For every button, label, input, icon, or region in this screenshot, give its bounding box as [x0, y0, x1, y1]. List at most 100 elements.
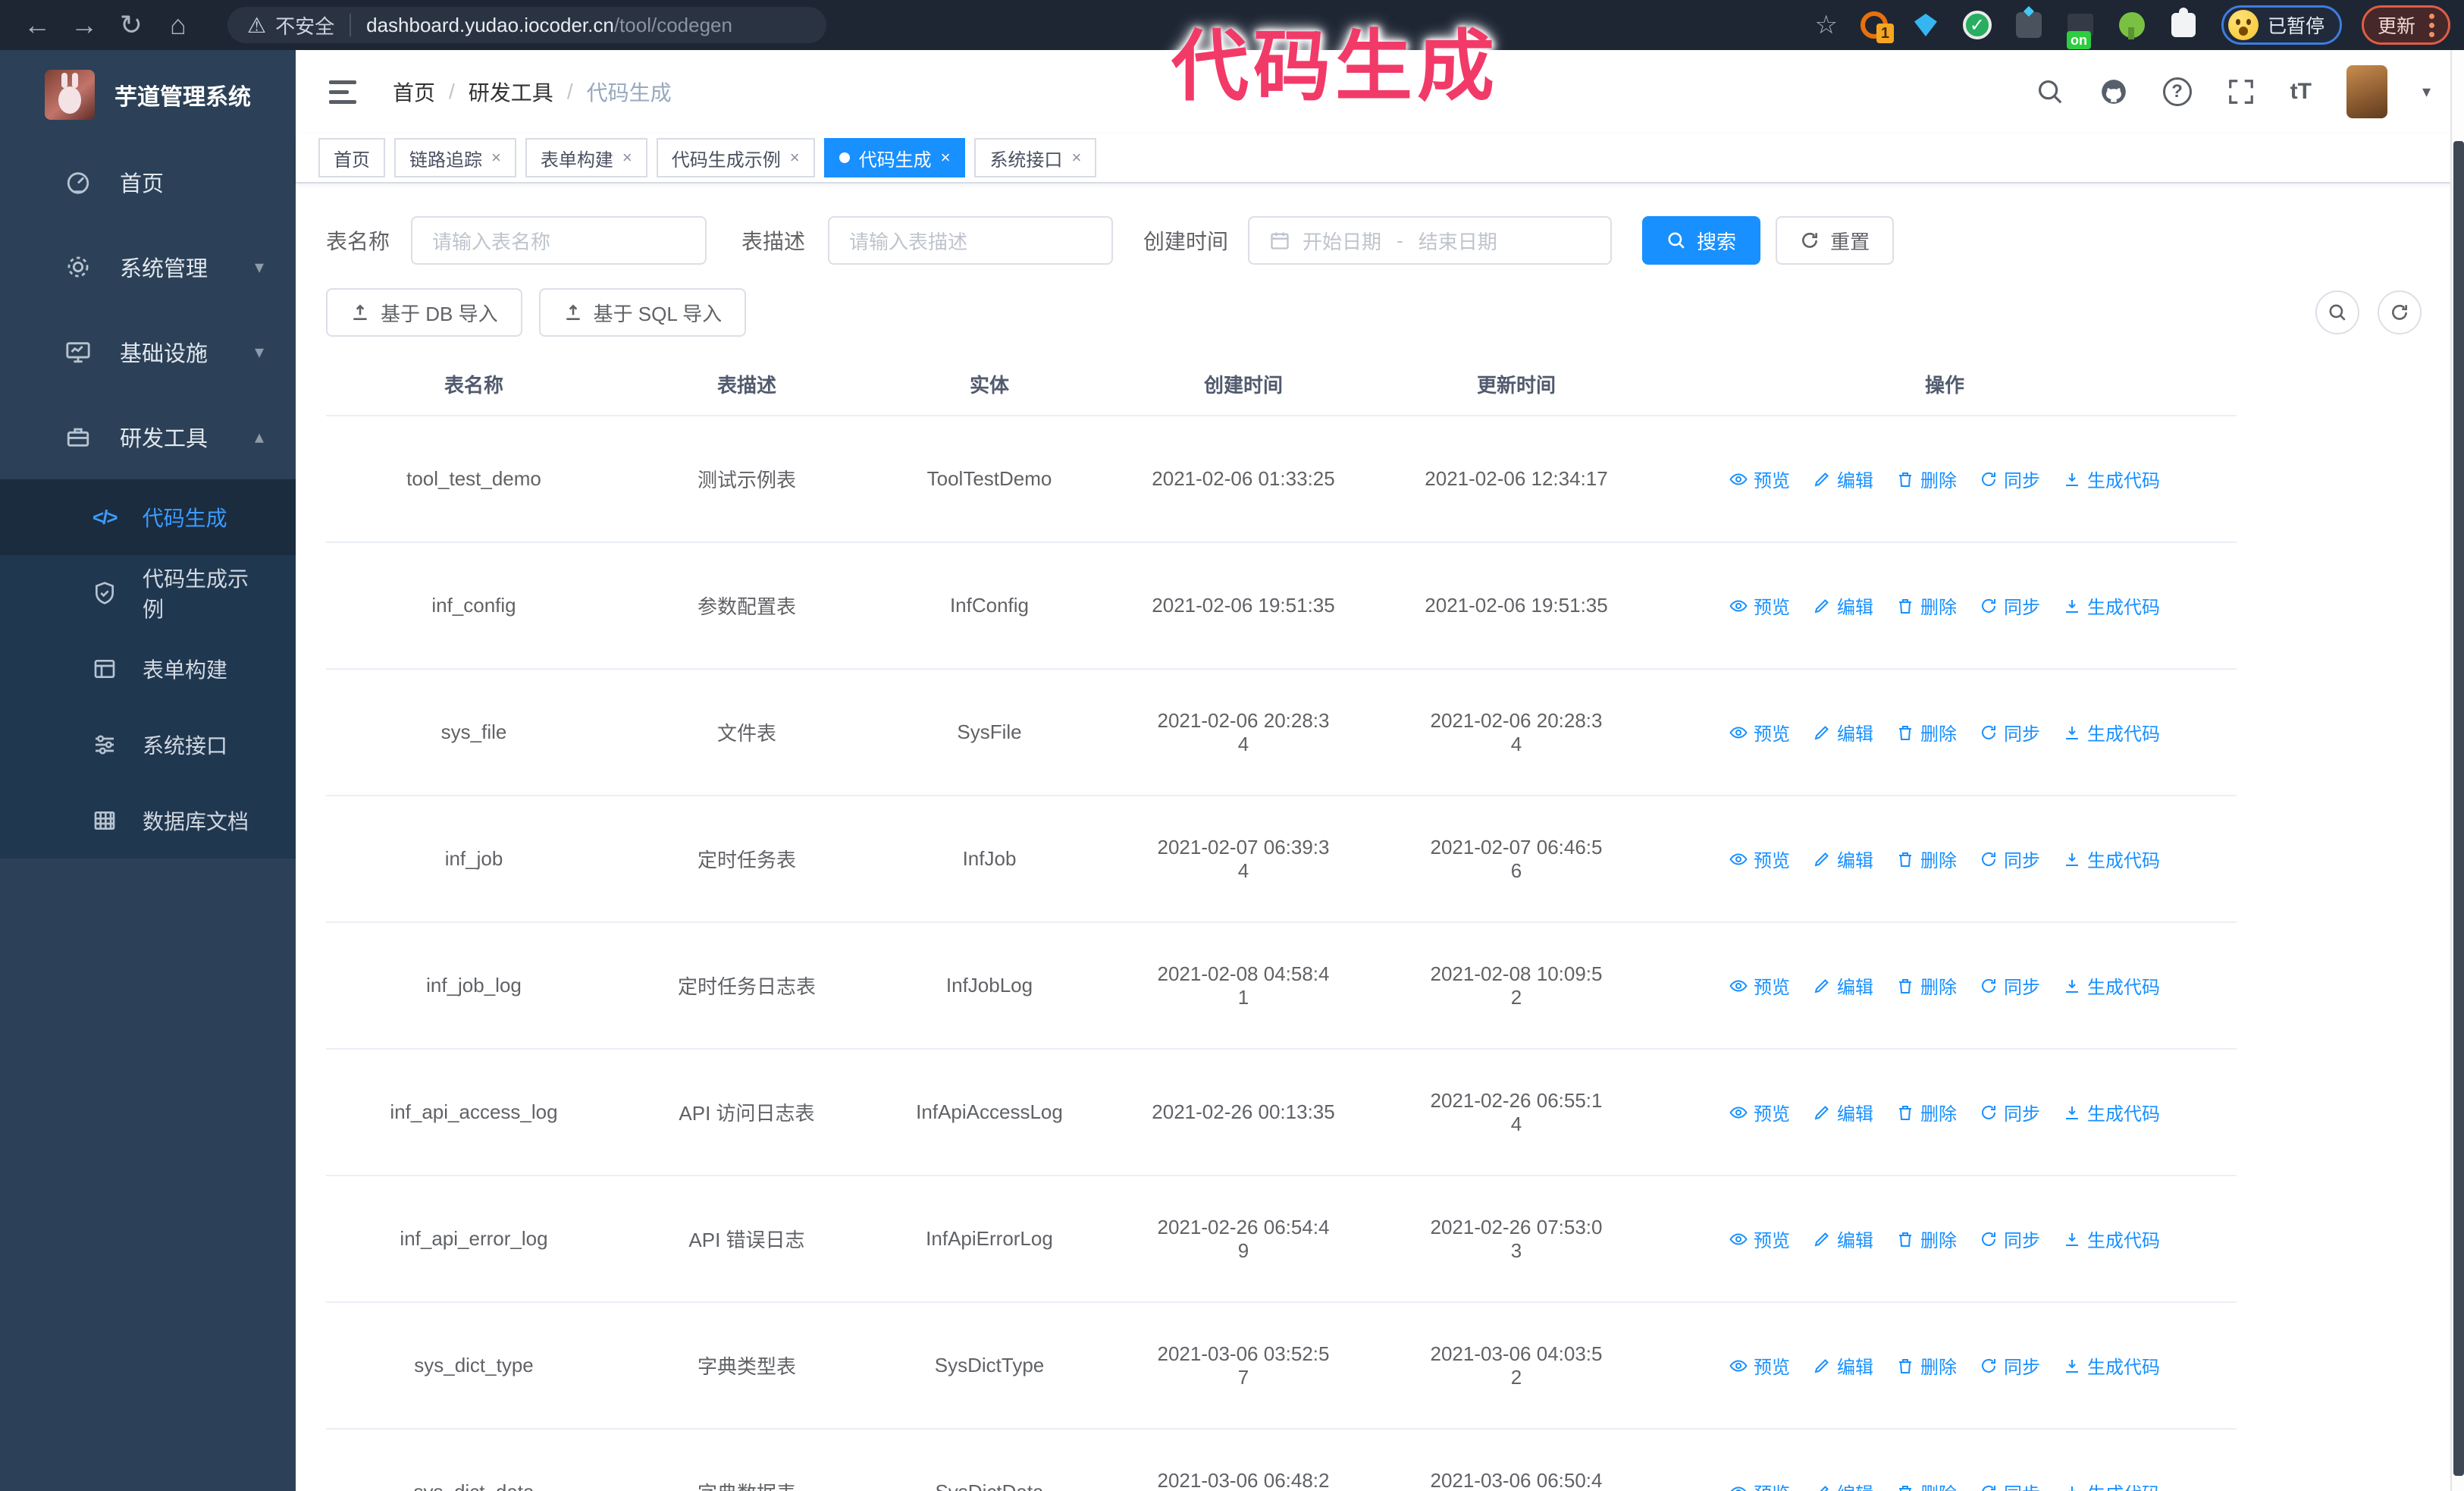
sync-link[interactable]: 同步: [1980, 972, 2040, 999]
home-icon[interactable]: ⌂: [155, 0, 202, 50]
github-icon[interactable]: [2099, 77, 2128, 106]
extension-panel-icon[interactable]: [2014, 6, 2044, 40]
tags-view-tab[interactable]: 链路追踪 ×: [394, 138, 516, 177]
preview-link[interactable]: 预览: [1729, 846, 1790, 872]
sidebar-toggle-icon[interactable]: [329, 80, 356, 104]
refresh-table-button[interactable]: [2378, 290, 2422, 334]
sidebar-item-codegen-example[interactable]: 代码生成示例: [0, 555, 296, 631]
breadcrumb-home[interactable]: 首页: [393, 77, 435, 107]
preview-link[interactable]: 预览: [1729, 972, 1790, 999]
fullscreen-icon[interactable]: [2227, 77, 2256, 106]
extension-key-icon[interactable]: [2117, 10, 2147, 40]
tags-view-tab[interactable]: 表单构建 ×: [525, 138, 647, 177]
preview-link[interactable]: 预览: [1729, 466, 1790, 492]
forward-icon[interactable]: →: [61, 0, 108, 50]
generate-code-link[interactable]: 生成代码: [2063, 466, 2160, 492]
delete-link[interactable]: 删除: [1896, 972, 1957, 999]
edit-link[interactable]: 编辑: [1813, 1352, 1873, 1379]
generate-code-link[interactable]: 生成代码: [2063, 1479, 2160, 1491]
font-size-icon[interactable]: tT: [2290, 79, 2312, 105]
help-icon[interactable]: ?: [2162, 77, 2192, 106]
profile-paused-pill[interactable]: 已暂停: [2221, 5, 2342, 45]
table-name-input[interactable]: 请输入表名称: [411, 216, 707, 265]
browser-update-button[interactable]: 更新: [2361, 5, 2450, 45]
edit-link[interactable]: 编辑: [1813, 719, 1873, 746]
edit-link[interactable]: 编辑: [1813, 1226, 1873, 1252]
delete-link[interactable]: 删除: [1896, 1226, 1957, 1252]
search-button[interactable]: 搜索: [1642, 216, 1761, 265]
sidebar-item-devtools[interactable]: 研发工具 ▴: [0, 394, 296, 479]
extension-on-icon[interactable]: on: [2065, 10, 2096, 49]
close-icon[interactable]: ×: [1071, 148, 1081, 168]
edit-link[interactable]: 编辑: [1813, 592, 1873, 619]
user-avatar[interactable]: [2346, 65, 2387, 118]
search-icon[interactable]: [2036, 77, 2064, 106]
close-icon[interactable]: ×: [941, 148, 951, 168]
sync-link[interactable]: 同步: [1980, 846, 2040, 872]
delete-link[interactable]: 删除: [1896, 466, 1957, 492]
sidebar-logo-row[interactable]: 芋道管理系统: [0, 50, 296, 140]
avatar-caret-icon[interactable]: ▾: [2422, 82, 2431, 102]
breadcrumb-devtools[interactable]: 研发工具: [469, 77, 553, 107]
tags-view-tab[interactable]: 系统接口 ×: [974, 138, 1097, 177]
sidebar-item-system[interactable]: 系统管理 ▾: [0, 224, 296, 309]
sidebar-item-codegen[interactable]: </> 代码生成: [0, 479, 296, 555]
sidebar-item-infra[interactable]: 基础设施 ▾: [0, 309, 296, 394]
edit-link[interactable]: 编辑: [1813, 972, 1873, 999]
preview-link[interactable]: 预览: [1729, 719, 1790, 746]
delete-link[interactable]: 删除: [1896, 592, 1957, 619]
browser-menu-icon[interactable]: [2429, 13, 2434, 37]
delete-link[interactable]: 删除: [1896, 719, 1957, 746]
edit-link[interactable]: 编辑: [1813, 1099, 1873, 1125]
preview-link[interactable]: 预览: [1729, 1099, 1790, 1125]
import-sql-button[interactable]: 基于 SQL 导入: [538, 288, 747, 337]
bookmark-star-icon[interactable]: ☆: [1814, 10, 1837, 40]
table-desc-input[interactable]: 请输入表描述: [828, 216, 1114, 265]
preview-link[interactable]: 预览: [1729, 592, 1790, 619]
generate-code-link[interactable]: 生成代码: [2063, 1099, 2160, 1125]
generate-code-link[interactable]: 生成代码: [2063, 1226, 2160, 1252]
tags-view-tab[interactable]: 代码生成示例 ×: [656, 138, 815, 177]
toggle-search-button[interactable]: [2315, 290, 2359, 334]
delete-link[interactable]: 删除: [1896, 1352, 1957, 1379]
preview-link[interactable]: 预览: [1729, 1226, 1790, 1252]
scrollbar-thumb[interactable]: [2453, 141, 2464, 1476]
sync-link[interactable]: 同步: [1980, 1226, 2040, 1252]
preview-link[interactable]: 预览: [1729, 1352, 1790, 1379]
reset-button[interactable]: 重置: [1776, 216, 1895, 265]
delete-link[interactable]: 删除: [1896, 1479, 1957, 1491]
sidebar-item-db-doc[interactable]: 数据库文档: [0, 783, 296, 859]
reload-icon[interactable]: ↻: [108, 0, 155, 50]
close-icon[interactable]: ×: [790, 148, 800, 168]
close-icon[interactable]: ×: [622, 148, 632, 168]
edit-link[interactable]: 编辑: [1813, 1479, 1873, 1491]
edit-link[interactable]: 编辑: [1813, 466, 1873, 492]
generate-code-link[interactable]: 生成代码: [2063, 1352, 2160, 1379]
address-bar[interactable]: ⚠ 不安全 dashboard.yudao.iocoder.cn /tool/c…: [227, 7, 826, 43]
sync-link[interactable]: 同步: [1980, 1099, 2040, 1125]
extensions-puzzle-icon[interactable]: [2168, 8, 2199, 40]
sync-link[interactable]: 同步: [1980, 466, 2040, 492]
delete-link[interactable]: 删除: [1896, 846, 1957, 872]
date-range-input[interactable]: 开始日期 - 结束日期: [1248, 216, 1613, 265]
close-icon[interactable]: ×: [491, 148, 501, 168]
preview-link[interactable]: 预览: [1729, 1479, 1790, 1491]
edit-link[interactable]: 编辑: [1813, 846, 1873, 872]
generate-code-link[interactable]: 生成代码: [2063, 719, 2160, 746]
back-icon[interactable]: ←: [14, 0, 61, 50]
tags-view-tab[interactable]: 首页: [318, 138, 385, 177]
sync-link[interactable]: 同步: [1980, 592, 2040, 619]
generate-code-link[interactable]: 生成代码: [2063, 972, 2160, 999]
delete-link[interactable]: 删除: [1896, 1099, 1957, 1125]
generate-code-link[interactable]: 生成代码: [2063, 846, 2160, 872]
extension-orange-icon[interactable]: 1: [1859, 10, 1894, 43]
sync-link[interactable]: 同步: [1980, 1479, 2040, 1491]
sidebar-item-home[interactable]: 首页: [0, 140, 296, 224]
sync-link[interactable]: 同步: [1980, 719, 2040, 746]
sidebar-item-system-api[interactable]: 系统接口: [0, 707, 296, 783]
sync-link[interactable]: 同步: [1980, 1352, 2040, 1379]
tags-view-tab[interactable]: 代码生成 ×: [823, 138, 966, 177]
import-db-button[interactable]: 基于 DB 导入: [326, 288, 522, 337]
extension-gem-icon[interactable]: [1911, 10, 1941, 40]
generate-code-link[interactable]: 生成代码: [2063, 592, 2160, 619]
